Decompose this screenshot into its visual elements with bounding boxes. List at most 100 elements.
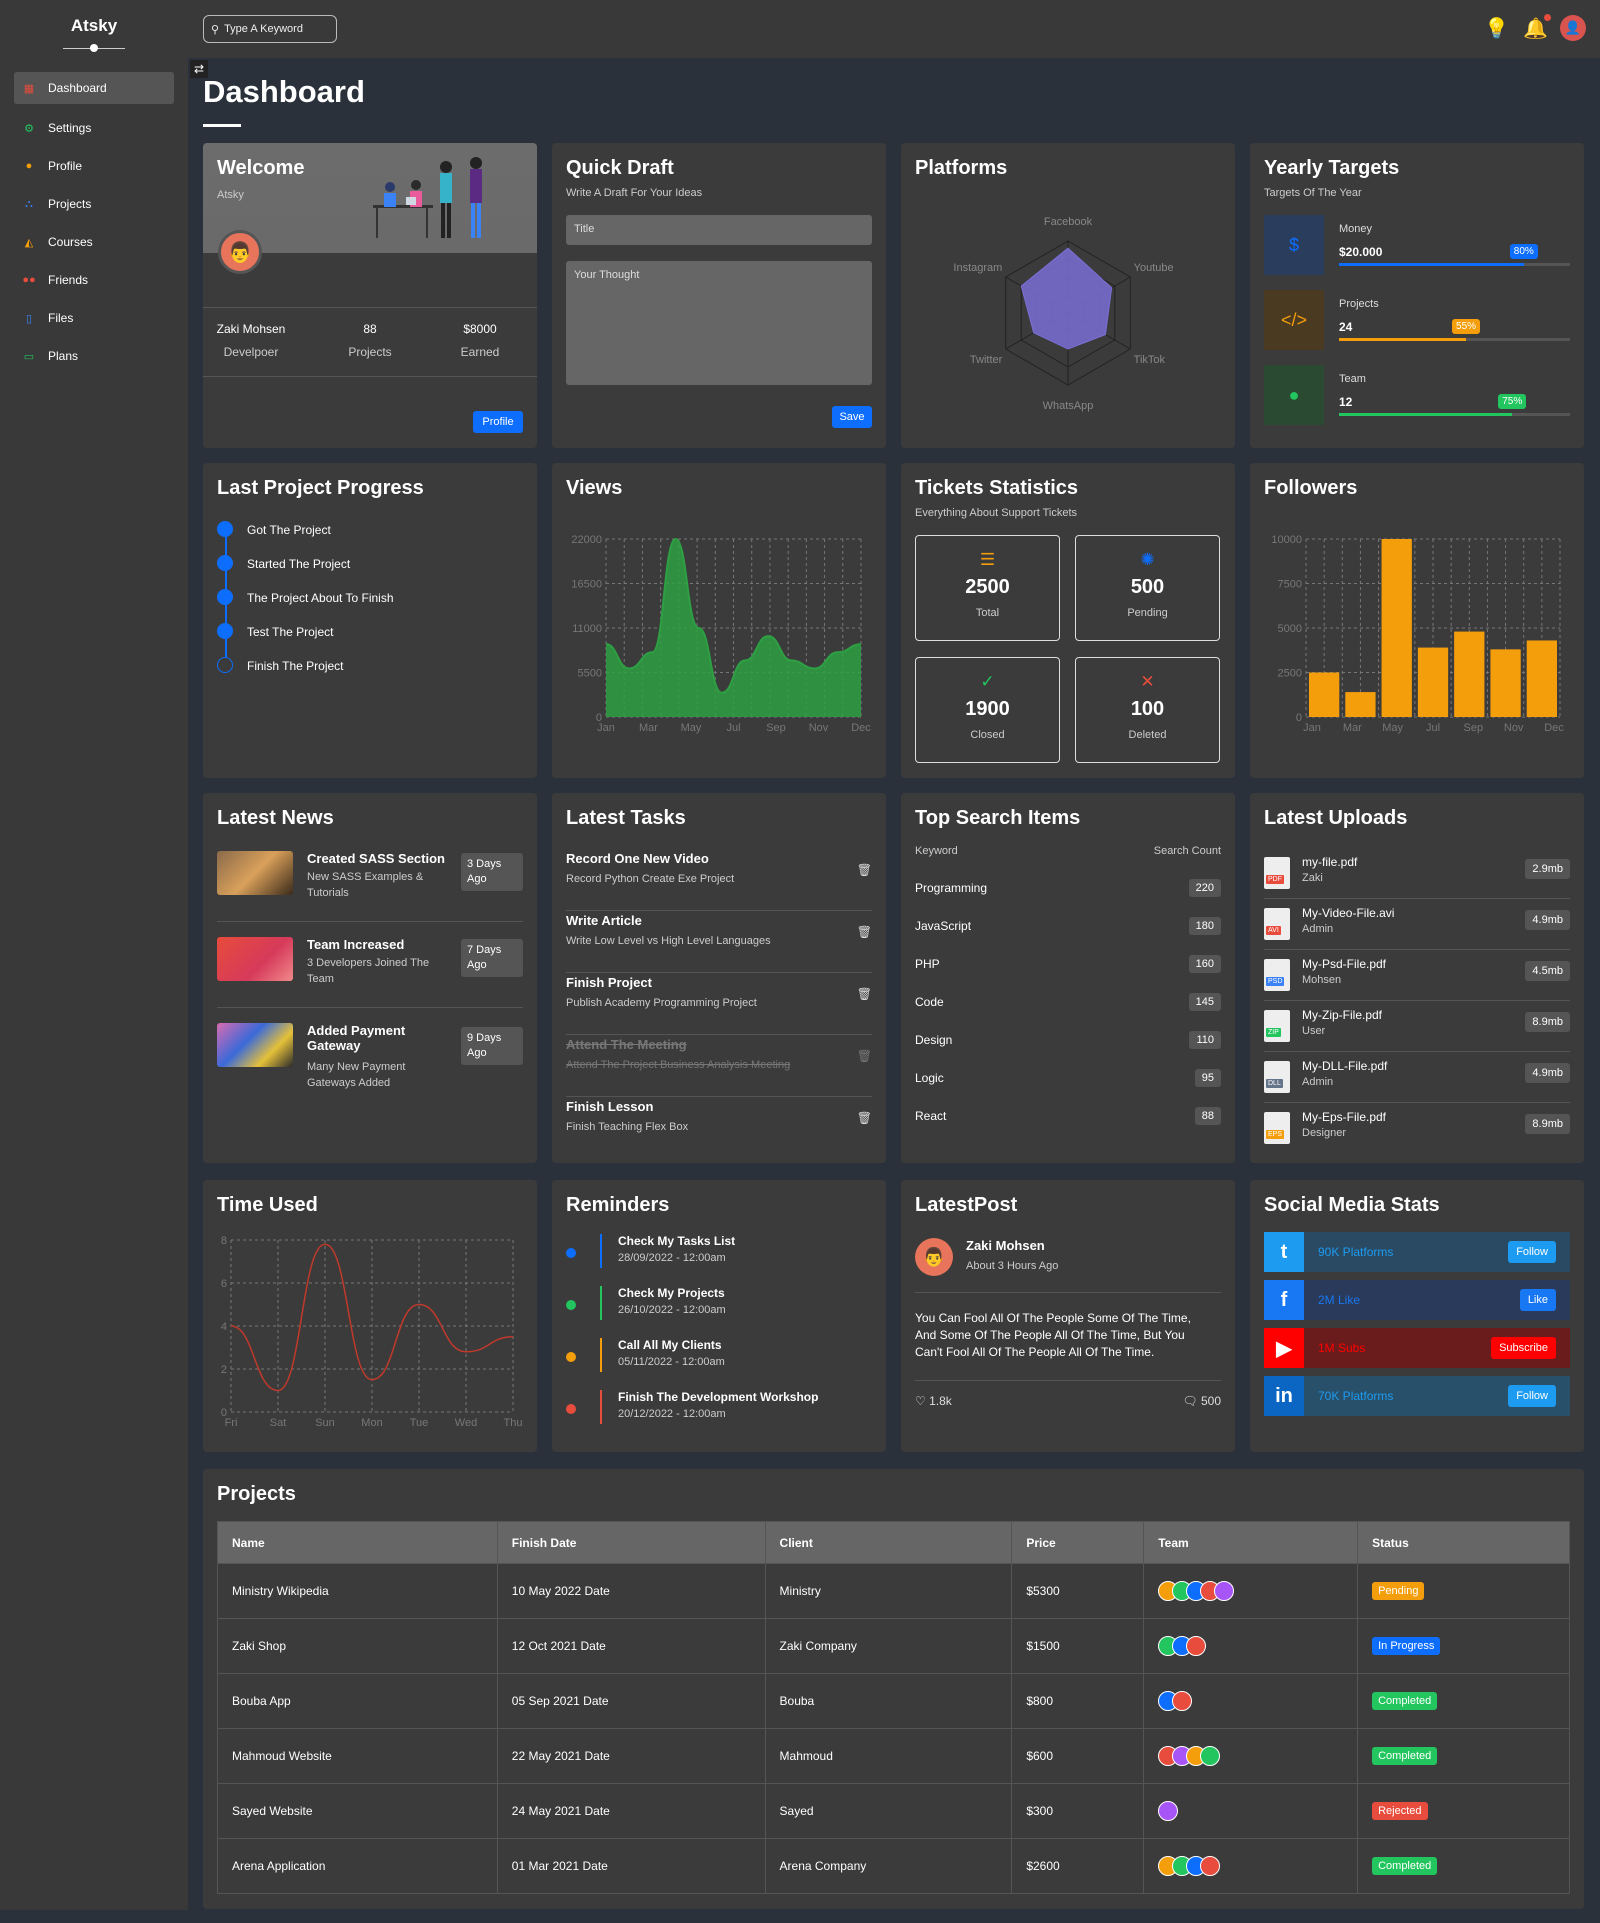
reminder-title: Check My Tasks List	[618, 1234, 736, 1248]
sidebar-item-profile[interactable]: ● Profile	[14, 152, 174, 180]
task-item[interactable]: Attend The Meeting Attend The Project Bus…	[566, 1037, 872, 1097]
news-item[interactable]: Team Increased 3 Developers Joined The Te…	[217, 937, 523, 1019]
cell-date: 10 May 2022 Date	[496, 1563, 766, 1619]
check-circle-icon: ✓	[980, 672, 995, 691]
y-tick-label: 0	[1296, 712, 1302, 724]
team-illustration	[373, 157, 482, 238]
tickets-title: Tickets Statistics	[915, 477, 1079, 499]
column-header: Finish Date	[496, 1521, 766, 1564]
sidebar-item-projects[interactable]: ⛬ Projects	[14, 190, 174, 218]
lightbulb-icon[interactable]: 💡	[1484, 16, 1509, 41]
upload-item[interactable]: PDF my-file.pdf Zaki 2.9mb	[1264, 849, 1570, 899]
table-row[interactable]: Bouba App 05 Sep 2021 Date Bouba $800 Comple…	[217, 1673, 1570, 1729]
table-row[interactable]: Sayed Website 24 May 2021 Date Sayed $300 Re…	[217, 1783, 1570, 1839]
x-tick-label: Dec	[1544, 722, 1564, 734]
upload-item[interactable]: ZIP My-Zip-File.pdf User 8.9mb	[1264, 1002, 1570, 1052]
search-input[interactable]: ⚲ Type A Keyword	[203, 15, 337, 43]
dashboard-icon: ▦	[23, 82, 35, 95]
reminder-item[interactable]: Finish The Development Workshop 20/12/202…	[566, 1390, 872, 1440]
sidebar-item-settings[interactable]: ⚙ Settings	[14, 114, 174, 142]
likes-count[interactable]: ♡ 1.8k	[915, 1394, 952, 1408]
social-action-button[interactable]: Follow	[1508, 1385, 1556, 1407]
upload-name: My-DLL-File.pdf	[1302, 1059, 1388, 1073]
tickets-subtitle: Everything About Support Tickets	[915, 507, 1078, 519]
social-action-button[interactable]: Follow	[1508, 1241, 1556, 1263]
quick-draft-subtitle: Write A Draft For Your Ideas	[566, 187, 703, 199]
social-media-card: Social Media Stats t 90K Platforms Follow f…	[1250, 1180, 1584, 1452]
bell-icon[interactable]: 🔔	[1523, 13, 1551, 41]
news-item[interactable]: Added Payment Gateway Many New Payment Ga…	[217, 1023, 523, 1105]
target-value: $20.000	[1339, 245, 1383, 259]
y-tick-label: 2500	[1278, 668, 1302, 680]
news-item[interactable]: Created SASS Section New SASS Examples & …	[217, 851, 523, 933]
tickets-card: Tickets Statistics Everything About Supp…	[901, 463, 1235, 778]
trash-icon[interactable]: 🗑	[857, 1111, 872, 1125]
task-title: Write Article	[566, 913, 642, 928]
cell-price: $300	[1011, 1783, 1145, 1839]
stat-name: Zaki Mohsen Develpoer	[216, 322, 286, 359]
upload-size-badge: 8.9mb	[1525, 1012, 1570, 1032]
social-action-button[interactable]: Subscribe	[1491, 1337, 1556, 1359]
table-row[interactable]: Zaki Shop 12 Oct 2021 Date Zaki Company $15…	[217, 1618, 1570, 1674]
task-item[interactable]: Finish Project Publish Academy Programmin…	[566, 975, 872, 1035]
user-avatar[interactable]: 👤	[1560, 15, 1586, 41]
x-tick-label: Mar	[1343, 722, 1362, 734]
timeline-step: Started The Project	[247, 557, 351, 571]
trash-icon[interactable]: 🗑	[857, 987, 872, 1001]
task-item[interactable]: Write Article Write Low Level vs High Lev…	[566, 913, 872, 973]
trash-icon[interactable]: 🗑	[857, 863, 872, 877]
sidebar-item-label: Settings	[48, 121, 92, 135]
sidebar-item-friends[interactable]: ●● Friends	[14, 266, 174, 294]
post-time: About 3 Hours Ago	[966, 1260, 1059, 1272]
table-row[interactable]: Ministry Wikipedia 10 May 2022 Date Minist…	[217, 1563, 1570, 1619]
y-tick-label: 5000	[1278, 623, 1302, 635]
sidebar-item-dashboard[interactable]: ▦ Dashboard	[14, 72, 174, 104]
task-item[interactable]: Record One New Video Record Python Create…	[566, 851, 872, 911]
social-row-youtube: ▶ 1M Subs Subscribe	[1264, 1328, 1570, 1368]
table-row[interactable]: Mahmoud Website 22 May 2021 Date Mahmoud $6…	[217, 1728, 1570, 1784]
sidebar-item-label: Profile	[48, 159, 83, 173]
followers-card: Followers 0 2500 5000 7500 10000 Jan Mar May Jul…	[1250, 463, 1584, 778]
social-action-button[interactable]: Like	[1519, 1289, 1556, 1311]
y-tick-label: 7500	[1278, 579, 1302, 591]
y-tick-label: 16500	[571, 579, 602, 591]
comments-count[interactable]: 🗨 500	[1182, 1394, 1221, 1408]
draft-thought-textarea[interactable]: Your Thought	[566, 261, 872, 385]
cell-team	[1143, 1618, 1359, 1674]
reminder-item[interactable]: Check My Projects 26/10/2022 - 12:00am	[566, 1286, 872, 1336]
y-tick-label: 8	[221, 1235, 227, 1247]
task-item[interactable]: Finish Lesson Finish Teaching Flex Box 🗑	[566, 1099, 872, 1159]
save-button[interactable]: Save	[832, 406, 872, 428]
sidebar-item-courses[interactable]: ◭ Courses	[14, 228, 174, 256]
upload-item[interactable]: EPS My-Eps-File.pdf Designer 8.9mb	[1264, 1104, 1570, 1154]
upload-item[interactable]: DLL My-DLL-File.pdf Admin 4.9mb	[1264, 1053, 1570, 1103]
column-header: Team	[1143, 1521, 1359, 1564]
avatar: 👨	[218, 230, 262, 274]
reminder-item[interactable]: Check My Tasks List 28/09/2022 - 12:00am	[566, 1234, 872, 1284]
reminder-item[interactable]: Call All My Clients 05/11/2022 - 12:00am	[566, 1338, 872, 1388]
status-badge: Pending	[1372, 1582, 1425, 1600]
trash-icon[interactable]: 🗑	[857, 1049, 872, 1063]
credit-card-icon: ▭	[23, 350, 35, 363]
target-money: $ Money $20.000 80%	[1264, 215, 1570, 277]
table-row[interactable]: Arena Application 01 Mar 2021 Date Arena C…	[217, 1838, 1570, 1894]
diagram-icon: ⛬	[25, 197, 33, 210]
sidebar-item-files[interactable]: ▯ Files	[14, 304, 174, 332]
search-keyword: Programming	[915, 881, 988, 895]
sidebar-item-plans[interactable]: ▭ Plans	[14, 342, 174, 370]
upload-item[interactable]: PSD My-Psd-File.pdf Mohsen 4.5mb	[1264, 951, 1570, 1001]
x-tick-label: Jan	[597, 722, 615, 734]
ticket-stat-closed: ✓ 1900 Closed	[915, 657, 1060, 763]
reminder-title: Check My Projects	[618, 1286, 725, 1300]
trash-icon[interactable]: 🗑	[857, 925, 872, 939]
target-value: 24	[1339, 320, 1353, 334]
x-tick-label: Tue	[410, 1417, 429, 1429]
draft-title-input[interactable]: Title	[566, 215, 872, 245]
last-project-card: Last Project Progress Got The Project Sta…	[203, 463, 537, 778]
upload-owner: Designer	[1302, 1127, 1347, 1139]
status-badge: Completed	[1372, 1692, 1438, 1710]
x-tick-label: Nov	[809, 722, 829, 734]
upload-item[interactable]: AVI My-Video-File.avi Admin 4.9mb	[1264, 900, 1570, 950]
sidebar-item-label: Files	[48, 311, 74, 325]
profile-button[interactable]: Profile	[473, 411, 523, 433]
